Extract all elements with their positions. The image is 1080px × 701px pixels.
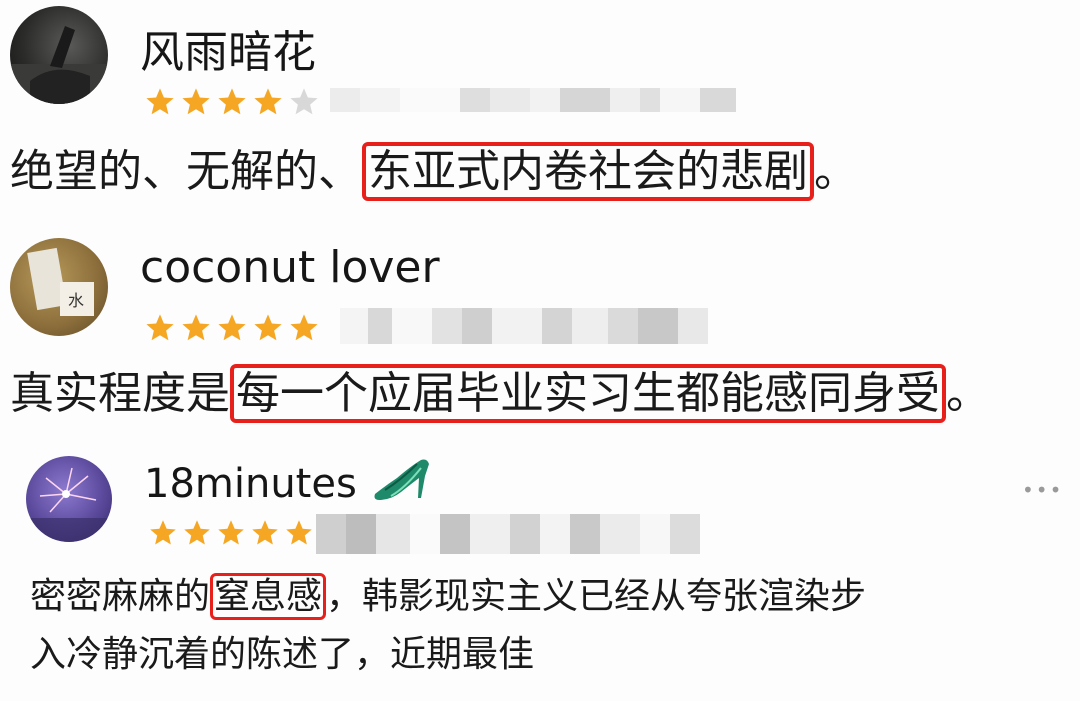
avatar-image (26, 467, 112, 542)
blurred-metadata (316, 514, 700, 554)
star-filled-icon (218, 88, 246, 115)
review-item: 水 coconut lover 真实程度是 每一个应届毕业实习生都能感同身受。 (0, 230, 1080, 450)
highlighted-phrase: 窒息感 (210, 573, 327, 620)
avatar[interactable] (10, 6, 108, 104)
high-heel-shoe-icon (371, 456, 433, 512)
star-filled-icon (286, 520, 312, 545)
review-text: 真实程度是 每一个应届毕业实习生都能感同身受。 (10, 364, 990, 424)
star-rating (146, 518, 316, 548)
avatar[interactable]: 水 (10, 238, 108, 336)
star-filled-icon (254, 88, 282, 115)
blurred-metadata (340, 308, 708, 344)
review-text-before: 绝望的、无解的、 (10, 146, 362, 197)
review-text: 绝望的、无解的、 东亚式内卷社会的悲剧。 (10, 142, 858, 202)
review-text-before: 密密麻麻的 (30, 576, 211, 617)
review-text-after: 。 (814, 146, 858, 197)
more-options-button[interactable]: ••• (1022, 478, 1063, 502)
star-empty-icon (290, 88, 318, 115)
star-rating (142, 86, 322, 118)
username-text: 18minutes (144, 461, 357, 507)
username[interactable]: coconut lover (140, 242, 440, 293)
star-filled-icon (252, 520, 278, 545)
review-text-after: 。 (946, 368, 990, 419)
username[interactable]: 风雨暗花 (140, 16, 316, 80)
review-text-after: ，韩影现实主义已经从夸张渲染步 (326, 576, 867, 617)
review-text-before: 真实程度是 (10, 368, 230, 419)
review-item: 风雨暗花 绝望的、无解的、 东亚式内卷社会的悲剧。 (0, 0, 1080, 230)
svg-text:水: 水 (68, 291, 84, 310)
star-filled-icon (218, 314, 246, 341)
username[interactable]: 18minutes (144, 456, 433, 512)
review-text-line-2: 入冷静沉着的陈述了，近期最佳 (30, 634, 535, 675)
star-filled-icon (182, 88, 210, 115)
highlighted-phrase: 每一个应届毕业实习生都能感同身受 (230, 364, 946, 423)
star-filled-icon (184, 520, 210, 545)
star-filled-icon (146, 314, 174, 341)
review-text: 密密麻麻的 窒息感 ，韩影现实主义已经从夸张渲染步 入冷静沉着的陈述了，近期最佳 (30, 568, 866, 684)
star-filled-icon (146, 88, 174, 115)
avatar-image (10, 26, 108, 104)
star-filled-icon (150, 520, 176, 545)
star-filled-icon (290, 314, 318, 341)
star-rating (142, 312, 322, 344)
review-text-line-1: 密密麻麻的 窒息感 ，韩影现实主义已经从夸张渲染步 (30, 568, 866, 626)
star-filled-icon (254, 314, 282, 341)
star-filled-icon (182, 314, 210, 341)
review-item: 18minutes ••• 密密麻麻的 窒息感 ，韩影现实主义已经从夸张渲染步 入冷… (0, 450, 1080, 701)
blurred-metadata (330, 88, 736, 112)
star-filled-icon (218, 520, 244, 545)
avatar[interactable] (26, 456, 112, 542)
highlighted-phrase: 东亚式内卷社会的悲剧 (362, 142, 814, 201)
avatar-image: 水 (27, 247, 94, 316)
